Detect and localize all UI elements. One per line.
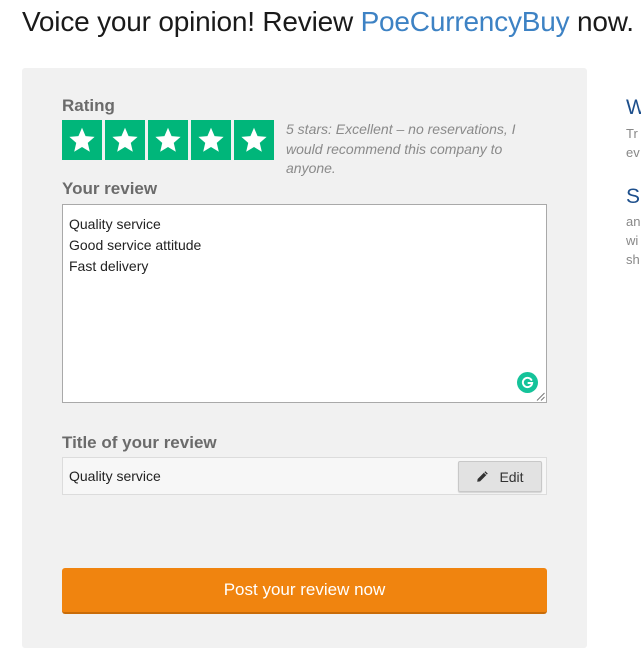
sidebar-text-line: ev <box>626 145 640 160</box>
review-text[interactable]: Quality service Good service attitude Fa… <box>69 214 201 277</box>
post-review-button[interactable]: Post your review now <box>62 568 547 614</box>
review-form-panel: Rating 5 stars: Excellent – no reservati… <box>22 68 587 648</box>
star-4[interactable] <box>191 120 231 160</box>
sidebar-heading-2: S <box>626 185 641 208</box>
star-1[interactable] <box>62 120 102 160</box>
page-title-prefix: Voice your opinion! Review <box>22 6 361 37</box>
review-textarea[interactable]: Quality service Good service attitude Fa… <box>62 204 547 403</box>
star-icon <box>69 127 95 152</box>
star-3[interactable] <box>148 120 188 160</box>
review-line: Fast delivery <box>69 258 149 274</box>
grammarly-glyph <box>521 376 534 389</box>
star-2[interactable] <box>105 120 145 160</box>
page-title: Voice your opinion! Review PoeCurrencyBu… <box>22 6 634 38</box>
pencil-icon <box>477 471 489 482</box>
sidebar-text-line: wi <box>626 233 639 248</box>
page-title-suffix: now. <box>569 6 634 37</box>
resize-handle-icon[interactable] <box>536 392 545 401</box>
review-line: Quality service <box>69 216 161 232</box>
rating-label: Rating <box>62 96 115 115</box>
review-title-value: Quality service <box>69 468 161 484</box>
review-title-field: Quality service Edit <box>62 457 547 495</box>
star-icon <box>155 127 181 152</box>
sidebar-text-line: an <box>626 214 641 229</box>
star-icon <box>112 127 138 152</box>
star-icon <box>241 127 267 152</box>
grammarly-icon[interactable] <box>517 372 538 393</box>
edit-button[interactable]: Edit <box>458 461 542 492</box>
star-icon <box>198 127 224 152</box>
review-label: Your review <box>62 179 158 198</box>
review-line: Good service attitude <box>69 237 202 253</box>
star-5[interactable] <box>234 120 274 160</box>
edit-button-label: Edit <box>499 468 524 485</box>
sidebar-text-2: an wi sh <box>626 212 640 269</box>
rating-description: 5 stars: Excellent – no reservations, I … <box>286 121 516 176</box>
sidebar-heading-1: W <box>626 96 641 119</box>
review-title-label: Title of your review <box>62 433 217 452</box>
sidebar-text-line: sh <box>626 252 640 267</box>
star-rating[interactable] <box>62 120 274 160</box>
sidebar-text-1: Tr ev <box>626 124 640 162</box>
sidebar-text-line: Tr <box>626 126 638 141</box>
company-link[interactable]: PoeCurrencyBuy <box>361 6 570 37</box>
